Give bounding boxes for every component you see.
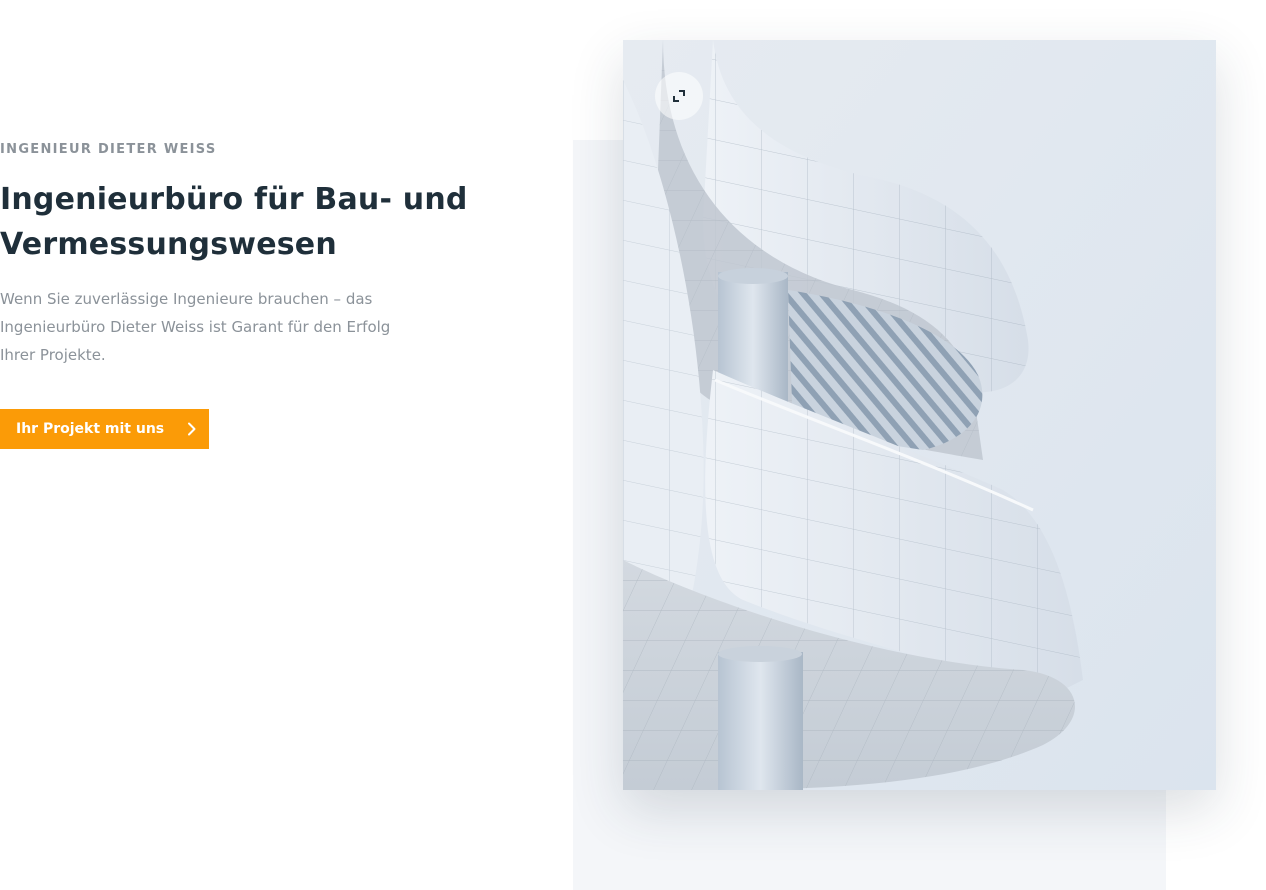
title-line-1: Ingenieurbüro für Bau- und (0, 182, 468, 217)
eyebrow: INGENIEUR DIETER WEISS (0, 142, 217, 157)
expand-icon (670, 87, 688, 105)
page: INGENIEUR DIETER WEISS Ingenieurbüro für… (0, 0, 1266, 890)
cta-label: Ihr Projekt mit uns (16, 421, 165, 437)
chevron-right-icon (186, 422, 198, 436)
architecture-illustration (623, 40, 1216, 790)
project-cta-button[interactable]: Ihr Projekt mit uns (0, 409, 209, 449)
lead-text: Wenn Sie zuverlässige Ingenieure brauche… (0, 290, 391, 364)
page-title: Ingenieurbüro für Bau- und Vermessungswe… (0, 177, 470, 267)
architecture-photo (623, 40, 1216, 790)
expand-button[interactable] (655, 72, 703, 120)
hero-text: INGENIEUR DIETER WEISS Ingenieurbüro für… (0, 142, 470, 449)
title-line-2: Vermessungswesen (0, 227, 337, 262)
